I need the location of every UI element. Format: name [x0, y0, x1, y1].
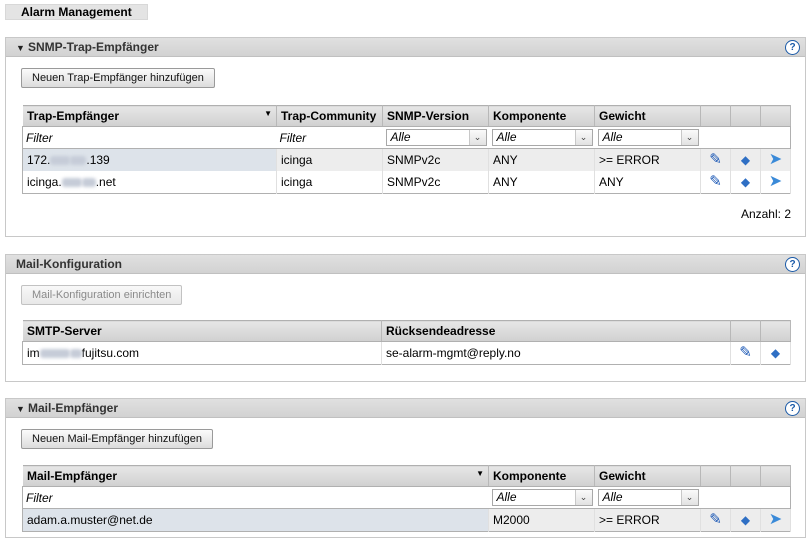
col-component[interactable]: Komponente	[488, 465, 595, 487]
cell-recipient: adam.a.muster@net.de	[22, 508, 489, 532]
col-action-send	[760, 105, 791, 127]
app-title-tab[interactable]: Alarm Management	[5, 4, 148, 20]
collapse-triangle-icon[interactable]: ▼	[16, 39, 26, 57]
eraser-icon[interactable]: ◆	[736, 510, 756, 530]
eraser-icon[interactable]: ◆	[736, 172, 756, 192]
add-mail-recipient-button[interactable]: Neuen Mail-Empfänger hinzufügen	[21, 429, 213, 449]
chevron-down-icon[interactable]: ⌄	[574, 490, 592, 505]
col-snmp-version[interactable]: SNMP-Version	[382, 105, 489, 127]
mail-config-panel-header[interactable]: Mail-Konfiguration ?	[6, 255, 805, 274]
select-value: Alle	[602, 490, 623, 504]
filter-trap-community[interactable]: Filter	[276, 126, 383, 149]
cell-component: M2000	[488, 508, 595, 532]
chevron-down-icon[interactable]: ⌄	[680, 130, 698, 145]
row-count: Anzahl: 2	[740, 207, 791, 221]
send-arrow-icon[interactable]: ➤	[766, 172, 786, 192]
filter-mail-recipient[interactable]: Filter	[22, 486, 489, 509]
snmp-table: Trap-Empfänger ▼ Trap-Community SNMP-Vers…	[22, 105, 791, 194]
mail-config-panel: Mail-Konfiguration ? Mail-Konfiguration …	[5, 254, 806, 382]
col-weight[interactable]: Gewicht	[594, 105, 701, 127]
col-mail-recipient-label: Mail-Empfänger	[27, 469, 118, 483]
col-component[interactable]: Komponente	[488, 105, 595, 127]
cell-version: SNMPv2c	[382, 171, 489, 194]
col-action-delete	[730, 465, 761, 487]
filter-row: Filter Filter Alle ⌄ Alle ⌄ Alle ⌄	[22, 126, 791, 149]
col-action-edit	[700, 105, 731, 127]
filter-trap-receiver[interactable]: Filter	[22, 126, 277, 149]
setup-mail-config-button[interactable]: Mail-Konfiguration einrichten	[21, 285, 183, 305]
send-arrow-icon[interactable]: ➤	[766, 150, 786, 170]
send-arrow-icon[interactable]: ➤	[766, 510, 786, 530]
table-row[interactable]: icinga. .net icinga SNMPv2c ANY ANY ✎ ◆ ➤	[22, 171, 791, 194]
col-trap-community[interactable]: Trap-Community	[276, 105, 383, 127]
smtp-table: SMTP-Server Rücksendeadresse im fujitsu.c…	[22, 320, 791, 365]
filter-snmp-version[interactable]: Alle ⌄	[382, 126, 489, 149]
chevron-down-icon[interactable]: ⌄	[468, 130, 486, 145]
pencil-icon[interactable]: ✎	[736, 343, 756, 363]
select-value: Alle	[496, 490, 517, 504]
cell-community: icinga	[276, 171, 383, 194]
filter-component[interactable]: Alle ⌄	[488, 126, 595, 149]
filter-weight[interactable]: Alle ⌄	[594, 486, 701, 509]
filter-row: Filter Alle ⌄ Alle ⌄	[22, 486, 791, 509]
cell-community: icinga	[276, 148, 383, 171]
table-row[interactable]: im fujitsu.com se-alarm-mgmt@reply.no ✎ ◆	[22, 341, 791, 365]
mail-recipients-panel-header[interactable]: ▼ Mail-Empfänger ?	[6, 399, 805, 418]
mail-recipients-panel: ▼ Mail-Empfänger ? Neuen Mail-Empfänger h…	[5, 398, 806, 538]
cell-component: ANY	[488, 148, 595, 171]
pencil-icon[interactable]: ✎	[706, 172, 726, 192]
collapse-triangle-icon[interactable]: ▼	[16, 400, 26, 418]
cell-weight: >= ERROR	[594, 508, 701, 532]
cell-weight: ANY	[594, 171, 701, 194]
mail-config-panel-title: Mail-Konfiguration	[16, 257, 122, 271]
col-trap-receiver[interactable]: Trap-Empfänger ▼	[22, 105, 277, 127]
pencil-icon[interactable]: ✎	[706, 150, 726, 170]
cell-return-address: se-alarm-mgmt@reply.no	[381, 341, 731, 365]
col-action-edit	[730, 320, 761, 342]
col-mail-recipient[interactable]: Mail-Empfänger ▼	[22, 465, 489, 487]
mail-recipients-table: Mail-Empfänger ▼ Komponente Gewicht Filte…	[22, 465, 791, 532]
cell-weight: >= ERROR	[594, 148, 701, 171]
chevron-down-icon[interactable]: ⌄	[680, 490, 698, 505]
cell-receiver: icinga. .net	[22, 171, 277, 194]
sort-triangle-icon[interactable]: ▼	[264, 109, 272, 118]
select-value: Alle	[390, 130, 411, 144]
cell-version: SNMPv2c	[382, 148, 489, 171]
col-trap-receiver-label: Trap-Empfänger	[27, 109, 120, 123]
col-smtp-server[interactable]: SMTP-Server	[22, 320, 382, 342]
snmp-panel: ▼ SNMP-Trap-Empfänger ? Neuen Trap-Empfän…	[5, 37, 806, 237]
add-trap-receiver-button[interactable]: Neuen Trap-Empfänger hinzufügen	[21, 68, 215, 88]
col-return-address[interactable]: Rücksendeadresse	[381, 320, 731, 342]
help-icon[interactable]: ?	[785, 257, 800, 272]
filter-component[interactable]: Alle ⌄	[488, 486, 595, 509]
filter-weight[interactable]: Alle ⌄	[594, 126, 701, 149]
pencil-icon[interactable]: ✎	[706, 510, 726, 530]
mail-recipients-panel-title: Mail-Empfänger	[28, 401, 119, 415]
table-row[interactable]: 172. .139 icinga SNMPv2c ANY >= ERROR ✎ ◆…	[22, 148, 791, 171]
snmp-panel-header[interactable]: ▼ SNMP-Trap-Empfänger ?	[6, 38, 805, 57]
chevron-down-icon[interactable]: ⌄	[574, 130, 592, 145]
col-action-delete	[760, 320, 791, 342]
cell-receiver: 172. .139	[22, 148, 277, 171]
snmp-panel-title: SNMP-Trap-Empfänger	[28, 40, 159, 54]
help-icon[interactable]: ?	[785, 40, 800, 55]
cell-component: ANY	[488, 171, 595, 194]
select-value: Alle	[496, 130, 517, 144]
col-weight[interactable]: Gewicht	[594, 465, 701, 487]
col-action-delete	[730, 105, 761, 127]
col-action-send	[760, 465, 791, 487]
sort-triangle-icon[interactable]: ▼	[476, 469, 484, 478]
cell-smtp-server: im fujitsu.com	[22, 341, 382, 365]
select-value: Alle	[602, 130, 623, 144]
help-icon[interactable]: ?	[785, 401, 800, 416]
eraser-icon[interactable]: ◆	[736, 150, 756, 170]
col-action-edit	[700, 465, 731, 487]
table-row[interactable]: adam.a.muster@net.de M2000 >= ERROR ✎ ◆ …	[22, 508, 791, 532]
eraser-icon[interactable]: ◆	[766, 343, 786, 363]
